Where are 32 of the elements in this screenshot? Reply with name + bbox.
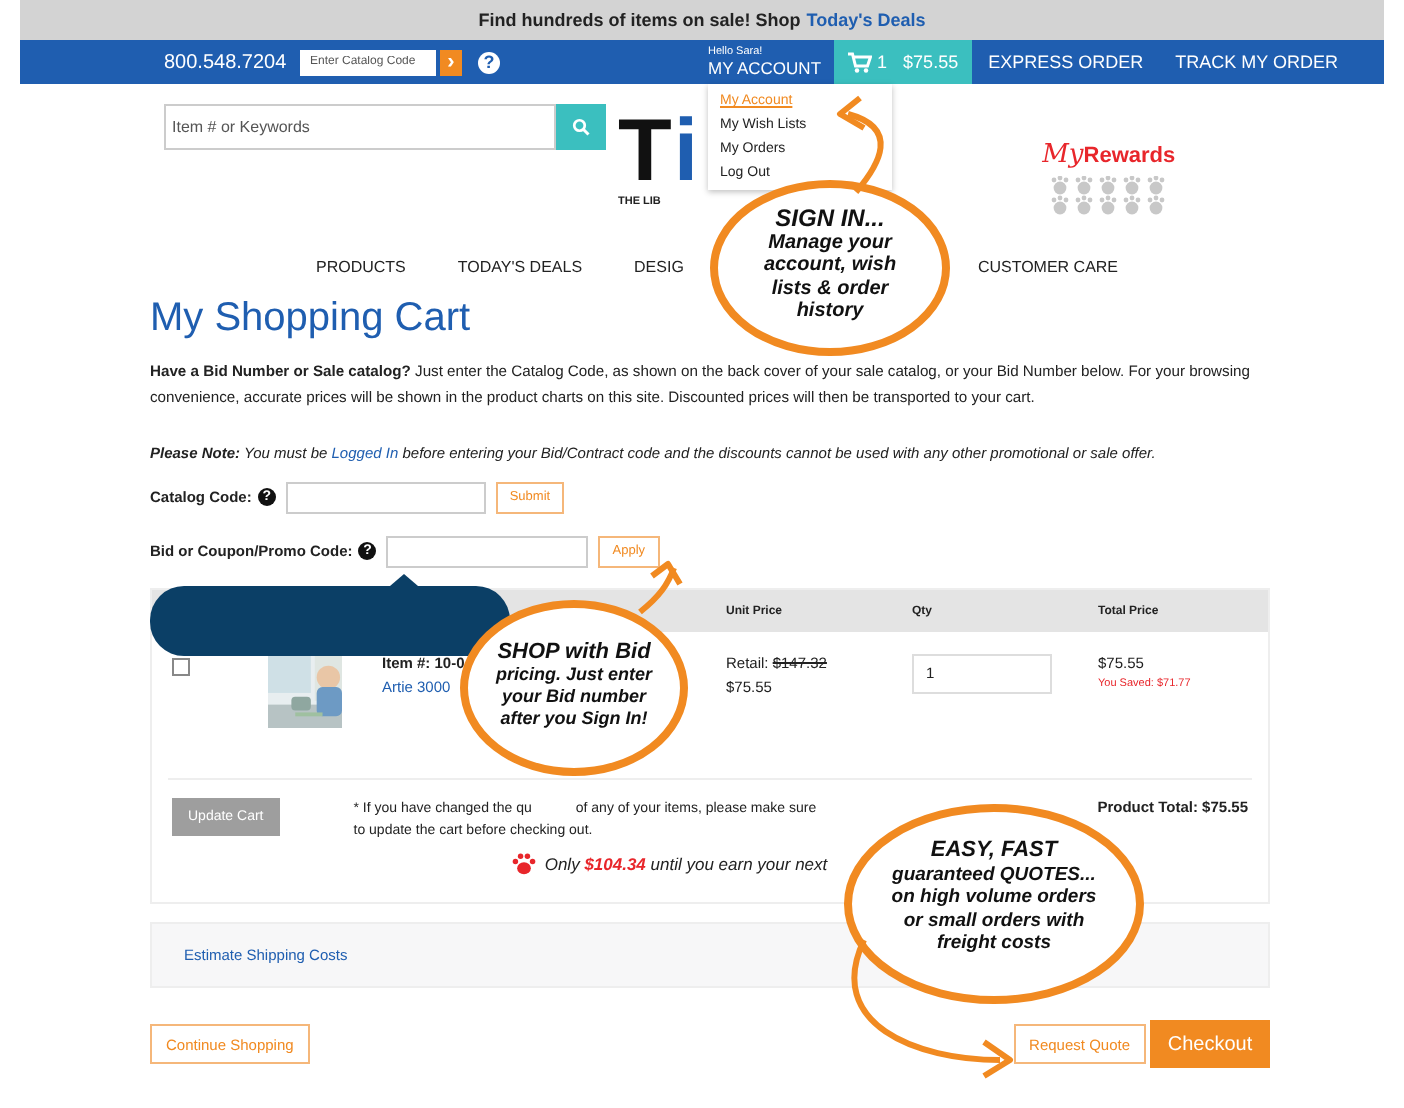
page-title: My Shopping Cart — [150, 296, 471, 342]
top-nav-link[interactable]: EXPRESS ORDER — [988, 52, 1144, 72]
help-icon[interactable]: ? — [478, 51, 500, 73]
promo-text: Find hundreds of items on sale! Shop — [478, 10, 801, 30]
callout-text: SHOP with Bid pricing. Just enter your Bid number after you Sign In! — [495, 642, 653, 730]
bid-code-input[interactable] — [386, 535, 589, 567]
search-icon — [572, 118, 590, 136]
top-nav-link[interactable]: TRACK MY ORDER — [1175, 52, 1338, 72]
catalog-code-input[interactable] — [285, 481, 486, 513]
paw-icon — [512, 852, 537, 876]
curved-arrow — [638, 561, 683, 615]
logo-letter[interactable]: T — [618, 108, 672, 196]
search-button[interactable] — [556, 104, 606, 150]
phone-number: 800.548.7204 — [164, 51, 289, 73]
logo-letter[interactable]: i — [673, 108, 699, 196]
cart-total: $75.55 — [903, 52, 959, 72]
nav-link[interactable]: TODAY'S DEALS — [457, 257, 583, 275]
nav-link[interactable]: PRODUCTS — [316, 257, 406, 275]
cart-icon — [847, 51, 872, 73]
paw-rating-icon — [1048, 176, 1169, 220]
curved-arrow — [837, 95, 884, 194]
callout-text: EASY, FAST guaranteed QUOTES... on high volume orders or small orders with freight costs — [891, 840, 1097, 955]
todays-deals-link[interactable]: Today's Deals — [806, 10, 926, 30]
nav-link[interactable]: CUSTOMER CARE — [977, 257, 1119, 275]
callout-text: SIGN IN... Manage your account, wish lists & order history — [763, 208, 897, 323]
my-account-link[interactable]: MY ACCOUNT — [708, 59, 822, 76]
row-checkbox[interactable] — [172, 658, 190, 676]
cart-count: 1 — [877, 52, 888, 72]
search-field[interactable]: Item # or Keywords — [164, 104, 556, 150]
rewards-logo[interactable]: MyRewards — [1042, 140, 1176, 170]
rewards-message: Only $104.34 until you earn your next — [544, 854, 828, 874]
nav-link[interactable]: DESIG — [634, 257, 684, 275]
